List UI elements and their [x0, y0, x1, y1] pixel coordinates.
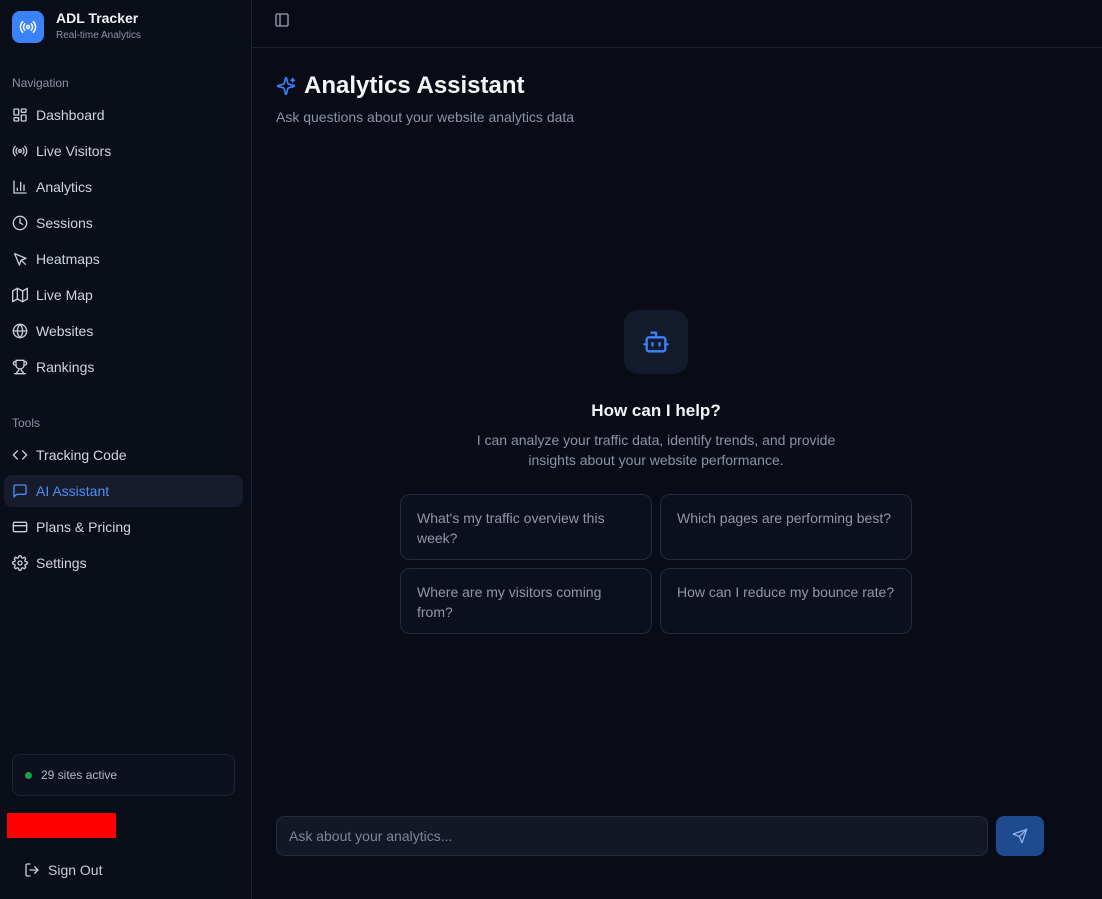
sidebar-item-websites[interactable]: Websites	[4, 315, 243, 347]
navigation-list: Dashboard Live Visitors Analytics Sessio…	[4, 99, 243, 387]
sites-status-text: 29 sites active	[41, 768, 118, 782]
sidebar-item-label: Live Map	[36, 287, 93, 303]
map-icon	[12, 287, 28, 303]
suggestion-traffic-overview[interactable]: What's my traffic overview this week?	[400, 494, 652, 560]
message-icon	[12, 483, 28, 499]
sidebar-item-label: AI Assistant	[36, 483, 110, 499]
page-title: Analytics Assistant	[304, 72, 525, 99]
clock-icon	[12, 215, 28, 231]
sidebar-item-label: Heatmaps	[36, 251, 100, 267]
trophy-icon	[12, 359, 28, 375]
sidebar-item-live-map[interactable]: Live Map	[4, 279, 243, 311]
sidebar-toggle-button[interactable]	[272, 10, 292, 30]
credit-card-icon	[12, 519, 28, 535]
sidebar-item-dashboard[interactable]: Dashboard	[4, 99, 243, 131]
sidebar-item-sessions[interactable]: Sessions	[4, 207, 243, 239]
status-dot-icon	[25, 771, 32, 779]
suggestion-visitor-sources[interactable]: Where are my visitors coming from?	[400, 568, 652, 634]
sidebar-item-plans-pricing[interactable]: Plans & Pricing	[4, 511, 243, 543]
sidebar-item-label: Settings	[36, 555, 87, 571]
sidebar-item-ai-assistant[interactable]: AI Assistant	[4, 475, 243, 507]
empty-state-heading: How can I help?	[591, 401, 721, 420]
log-out-icon	[24, 862, 40, 878]
code-icon	[12, 447, 28, 463]
top-bar	[252, 0, 1102, 48]
globe-icon	[12, 323, 28, 339]
sign-out-button[interactable]: Sign Out	[16, 854, 102, 886]
sidebar-item-settings[interactable]: Settings	[4, 547, 243, 579]
sidebar-item-analytics[interactable]: Analytics	[4, 171, 243, 203]
grid-icon	[12, 107, 28, 123]
sidebar-item-tracking-code[interactable]: Tracking Code	[4, 439, 243, 471]
sidebar-item-label: Rankings	[36, 359, 95, 375]
sparkles-icon	[276, 76, 296, 96]
sidebar-item-label: Tracking Code	[36, 447, 127, 463]
sidebar: ADL Tracker Real-time Analytics Navigati…	[0, 0, 252, 899]
tools-section-label: Tools	[12, 416, 41, 430]
sidebar-item-live-visitors[interactable]: Live Visitors	[4, 135, 243, 167]
cursor-icon	[12, 251, 28, 267]
suggestion-top-pages[interactable]: Which pages are performing best?	[660, 494, 912, 560]
bot-icon	[642, 328, 670, 356]
sidebar-item-label: Websites	[36, 323, 94, 339]
send-button[interactable]	[996, 816, 1044, 856]
sign-out-label: Sign Out	[48, 862, 103, 878]
sidebar-item-label: Live Visitors	[36, 143, 112, 159]
broadcast-logo-icon	[12, 10, 44, 43]
sites-status: 29 sites active	[12, 754, 235, 796]
suggestion-bounce-rate[interactable]: How can I reduce my bounce rate?	[660, 568, 912, 634]
sidebar-item-rankings[interactable]: Rankings	[4, 351, 243, 383]
gear-icon	[12, 555, 28, 571]
redacted-user-info	[7, 813, 116, 838]
tools-list: Tracking Code AI Assistant Plans & Prici…	[4, 439, 243, 583]
sidebar-item-heatmaps[interactable]: Heatmaps	[4, 243, 243, 275]
navigation-section-label: Navigation	[12, 76, 69, 90]
sidebar-item-label: Dashboard	[36, 107, 105, 123]
sidebar-item-label: Sessions	[36, 215, 93, 231]
radio-icon	[12, 143, 28, 159]
page-header: Analytics Assistant	[276, 72, 525, 100]
brand[interactable]: ADL Tracker Real-time Analytics	[12, 10, 141, 43]
send-icon	[1012, 828, 1028, 844]
sidebar-item-label: Plans & Pricing	[36, 519, 131, 535]
brand-name: ADL Tracker	[56, 10, 139, 26]
chat-input[interactable]	[276, 816, 988, 856]
brand-subtitle: Real-time Analytics	[56, 30, 142, 41]
bot-avatar	[624, 310, 688, 374]
sidebar-item-label: Analytics	[36, 179, 93, 195]
empty-state-description: I can analyze your traffic data, identif…	[476, 432, 836, 468]
panel-left-icon	[274, 12, 290, 28]
bar-chart-icon	[12, 179, 28, 195]
page-subtitle: Ask questions about your website analyti…	[276, 109, 575, 125]
